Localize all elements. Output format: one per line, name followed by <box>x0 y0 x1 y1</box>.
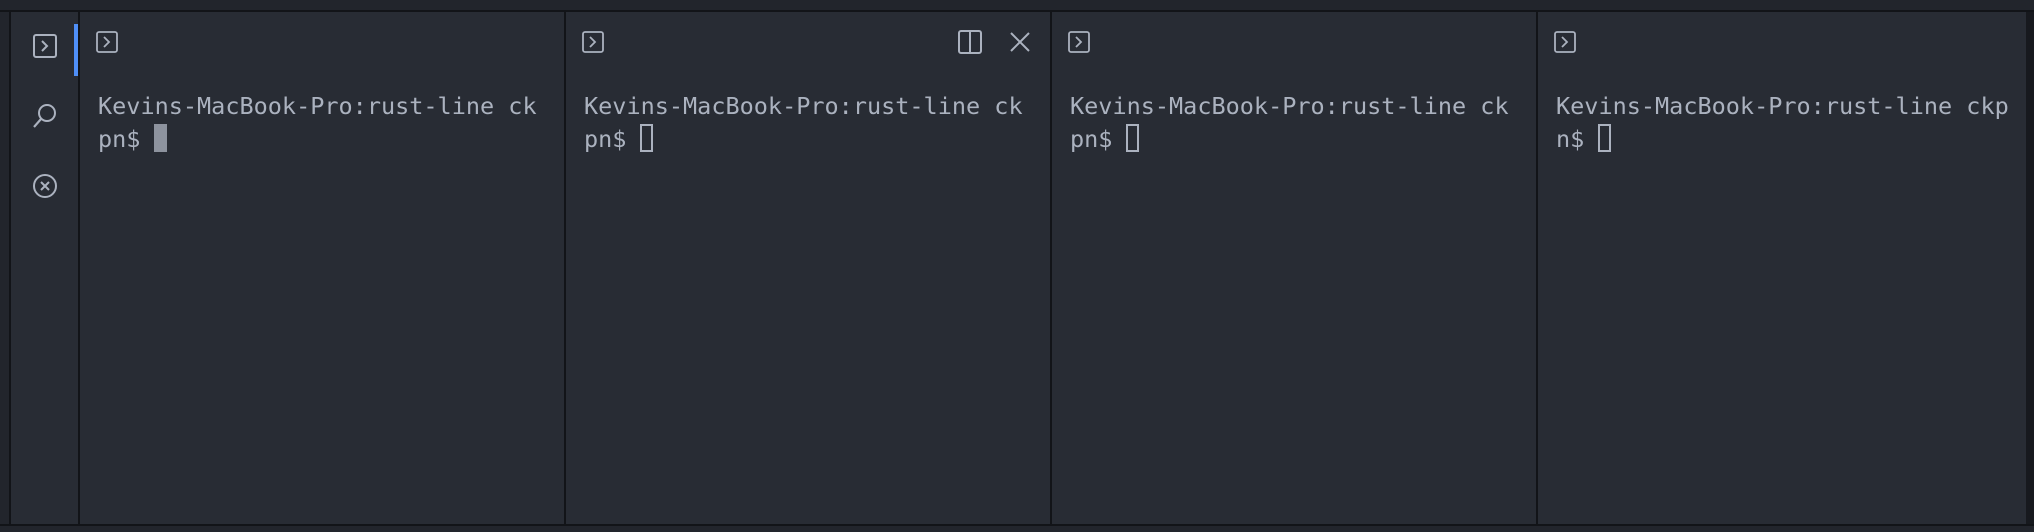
prompt-line: pn$ <box>1070 125 1113 153</box>
terminal-output[interactable]: Kevins-MacBook-Pro:rust-line ck pn$ <box>98 90 554 156</box>
terminal-output[interactable]: Kevins-MacBook-Pro:rust-line ck pn$ <box>1070 90 1526 156</box>
terminal-cursor <box>154 124 168 152</box>
split-pane-icon[interactable] <box>956 28 984 56</box>
prompt-line: Kevins-MacBook-Pro:rust-line ck <box>98 92 537 120</box>
bottom-bar <box>0 524 2034 532</box>
activity-search-button[interactable] <box>11 88 78 144</box>
close-icon[interactable] <box>1006 28 1034 56</box>
terminal-output[interactable]: Kevins-MacBook-Pro:rust-line ck pn$ <box>584 90 1040 156</box>
prompt-line: Kevins-MacBook-Pro:rust-line ck <box>584 92 1023 120</box>
terminal-icon <box>1068 31 1090 53</box>
close-circle-icon <box>32 174 57 198</box>
left-edge <box>0 12 11 524</box>
prompt-line: pn$ <box>98 125 141 153</box>
terminal-icon <box>32 34 57 58</box>
terminal-panes: Kevins-MacBook-Pro:rust-line ck pn$ Kevi… <box>80 12 2034 524</box>
terminal-cursor <box>1598 124 1612 152</box>
prompt-line: Kevins-MacBook-Pro:rust-line ck <box>1070 92 1509 120</box>
top-bar <box>0 0 2034 12</box>
terminal-pane-2[interactable]: Kevins-MacBook-Pro:rust-line ck pn$ <box>566 12 1052 524</box>
terminal-icon <box>582 31 604 53</box>
prompt-line: n$ <box>1556 125 1585 153</box>
prompt-line: pn$ <box>584 125 627 153</box>
terminal-icon <box>1554 31 1576 53</box>
activity-bar <box>11 12 80 524</box>
terminal-cursor <box>1126 124 1140 152</box>
terminal-pane-4[interactable]: Kevins-MacBook-Pro:rust-line ckp n$ <box>1538 12 2026 524</box>
active-indicator <box>74 24 78 76</box>
terminal-window: Kevins-MacBook-Pro:rust-line ck pn$ Kevi… <box>0 0 2034 532</box>
search-icon <box>32 104 56 128</box>
activity-terminal-button[interactable] <box>11 18 78 76</box>
terminal-output[interactable]: Kevins-MacBook-Pro:rust-line ckp n$ <box>1556 90 2016 156</box>
terminal-pane-3[interactable]: Kevins-MacBook-Pro:rust-line ck pn$ <box>1052 12 1538 524</box>
activity-close-button[interactable] <box>11 158 78 214</box>
terminal-cursor <box>640 124 654 152</box>
terminal-icon <box>96 31 118 53</box>
pane-actions <box>956 28 1034 56</box>
prompt-line: Kevins-MacBook-Pro:rust-line ckp <box>1556 92 2009 120</box>
terminal-pane-1[interactable]: Kevins-MacBook-Pro:rust-line ck pn$ <box>80 12 566 524</box>
